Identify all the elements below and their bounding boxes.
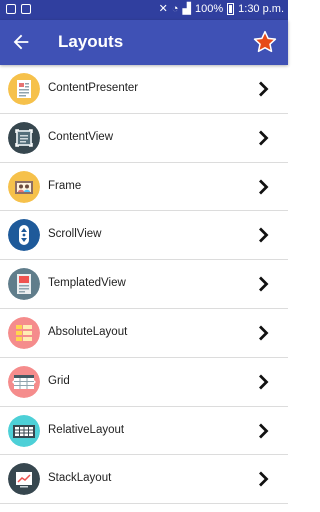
wifi-icon: ◔ bbox=[171, 3, 179, 15]
list-item-label: ContentView bbox=[48, 130, 113, 143]
chevron-right-icon bbox=[259, 423, 269, 439]
list-item-label: Frame bbox=[48, 179, 82, 192]
signal-icon: ▟ bbox=[182, 3, 191, 15]
photo-frame-icon bbox=[8, 170, 40, 203]
chevron-right-icon bbox=[259, 179, 269, 195]
list-item-absolutelayout[interactable]: AbsoluteLayout bbox=[0, 309, 288, 358]
chevron-right-icon bbox=[259, 130, 269, 146]
list-item-label: ScrollView bbox=[48, 228, 102, 241]
relative-grid-icon bbox=[8, 414, 40, 447]
status-right: ✕ ◔ ▟ 100% 1:30 p.m. bbox=[159, 3, 284, 15]
chevron-right-icon bbox=[259, 325, 269, 341]
page-title: Layouts bbox=[58, 32, 124, 51]
app-toolbar: Layouts bbox=[0, 20, 288, 65]
scroll-icon bbox=[8, 219, 40, 252]
stack-chart-icon bbox=[8, 463, 40, 496]
mute-icon: ✕ bbox=[158, 3, 168, 15]
notification-icon bbox=[6, 4, 16, 14]
grid-icon bbox=[8, 365, 40, 398]
battery-percent: 100% bbox=[195, 3, 224, 15]
list-item-contentpresenter[interactable]: ContentPresenter bbox=[0, 65, 288, 114]
viewfinder-icon bbox=[8, 121, 40, 154]
list-item-label: StackLayout bbox=[48, 472, 112, 485]
chevron-right-icon bbox=[259, 276, 269, 292]
template-icon bbox=[8, 268, 40, 301]
list-item-label: AbsoluteLayout bbox=[48, 325, 128, 338]
favorite-star-icon[interactable] bbox=[252, 29, 278, 55]
chevron-right-icon bbox=[259, 374, 269, 390]
back-arrow-icon[interactable] bbox=[10, 31, 32, 53]
list-item-frame[interactable]: Frame bbox=[0, 163, 288, 212]
battery-icon bbox=[227, 3, 235, 15]
chevron-right-icon bbox=[259, 471, 269, 487]
notification-icons bbox=[6, 4, 31, 14]
list-item-label: Grid bbox=[48, 374, 70, 387]
list-item-scrollview[interactable]: ScrollView bbox=[0, 211, 288, 261]
list-item-label: ContentPresenter bbox=[48, 82, 139, 94]
status-bar: ✕ ◔ ▟ 100% 1:30 p.m. bbox=[0, 0, 288, 20]
list-item-contentview[interactable]: ContentView bbox=[0, 114, 288, 163]
chevron-right-icon bbox=[259, 81, 269, 97]
list-item-label: TemplatedView bbox=[48, 277, 126, 290]
absolute-grid-icon bbox=[8, 316, 40, 349]
clock: 1:30 p.m. bbox=[238, 3, 284, 15]
list-item-stacklayout[interactable]: StackLayout bbox=[0, 455, 288, 505]
screenshot-icon bbox=[21, 4, 31, 14]
list-item-grid[interactable]: Grid bbox=[0, 358, 288, 407]
layouts-list: ContentPresenter ContentView Frame Scrol… bbox=[0, 65, 288, 505]
document-icon bbox=[8, 73, 40, 105]
list-item-templatedview[interactable]: TemplatedView bbox=[0, 260, 288, 309]
list-item-label: RelativeLayout bbox=[48, 423, 125, 436]
chevron-right-icon bbox=[259, 227, 269, 243]
list-item-relativelayout[interactable]: RelativeLayout bbox=[0, 407, 288, 456]
